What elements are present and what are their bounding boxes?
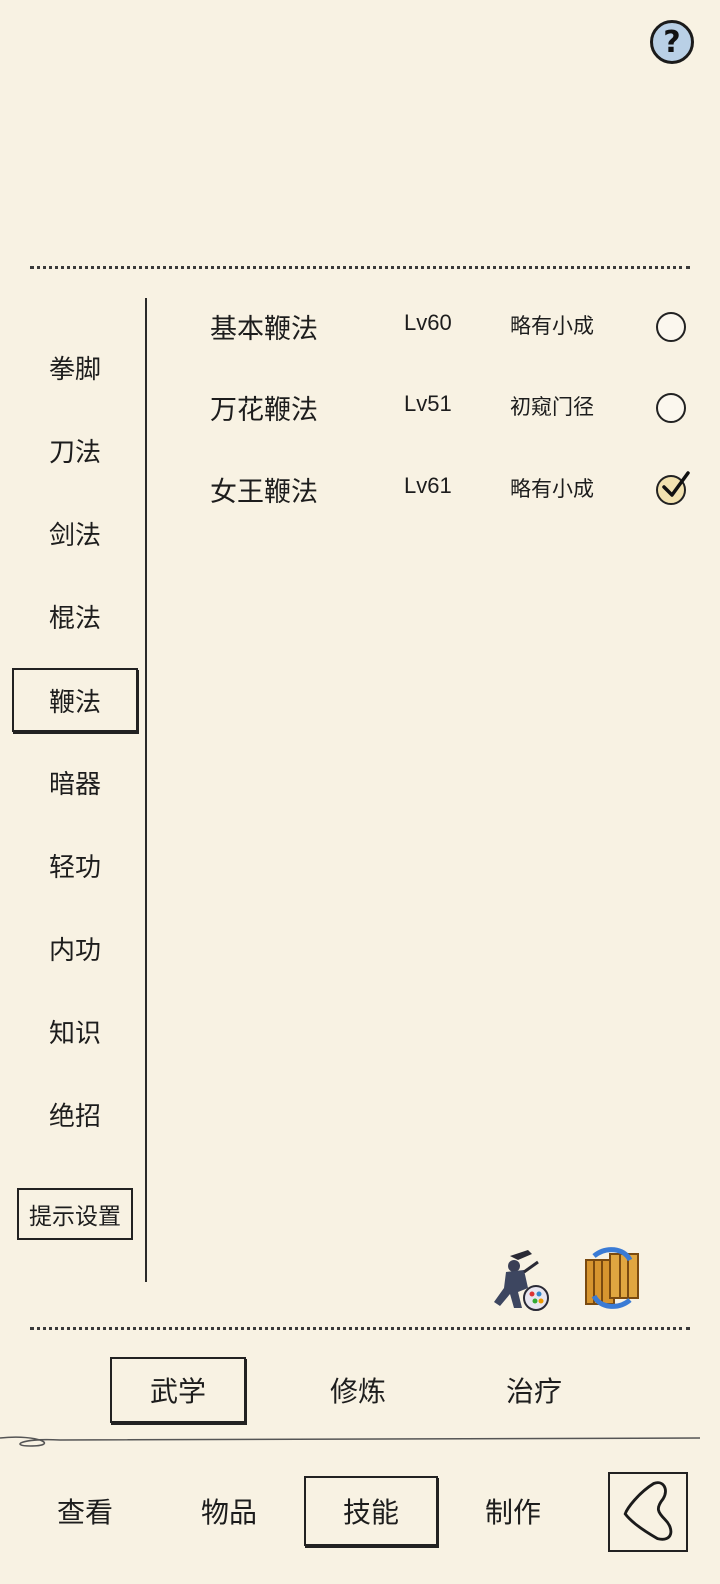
hint-settings-label: 提示设置 [29, 1204, 121, 1230]
nav-label: 技能 [342, 1496, 399, 1529]
nav-zhizuo[interactable]: 制作 [446, 1476, 580, 1546]
question-mark-icon: ? [663, 24, 681, 60]
category-label: 绝招 [48, 1101, 101, 1132]
column-divider [145, 298, 147, 1282]
category-label: 拳脚 [48, 354, 101, 385]
skill-name: 基本鞭法 [210, 314, 318, 345]
nav-label: 查看 [56, 1496, 113, 1529]
category-label: 棍法 [48, 603, 101, 634]
nav-jineng[interactable]: 技能 [304, 1476, 438, 1546]
skill-level: Lv61 [404, 473, 452, 498]
category-jianfa[interactable]: 剑法 [12, 502, 138, 564]
category-label: 内功 [48, 935, 101, 966]
nav-wupin[interactable]: 物品 [162, 1476, 296, 1546]
brush-divider [0, 1436, 701, 1447]
category-neigong[interactable]: 内功 [12, 917, 138, 979]
category-qinggong[interactable]: 轻功 [12, 834, 138, 896]
category-label: 鞭法 [48, 687, 101, 718]
tab-zhiliao[interactable]: 治疗 [466, 1357, 602, 1423]
category-label: 刀法 [48, 437, 101, 468]
tab-label: 治疗 [505, 1375, 562, 1408]
checkmark-icon [662, 471, 690, 497]
category-quanjiao[interactable]: 拳脚 [12, 336, 138, 398]
help-button[interactable]: ? [650, 20, 694, 64]
tab-wuxue[interactable]: 武学 [110, 1357, 246, 1423]
skill-level: Lv60 [404, 310, 452, 335]
category-anqi[interactable]: 暗器 [12, 751, 138, 813]
skill-stage: 初窥门径 [510, 395, 594, 419]
top-divider [30, 266, 690, 269]
nav-label: 制作 [484, 1496, 541, 1529]
back-button[interactable] [608, 1472, 688, 1552]
tab-label: 武学 [149, 1375, 206, 1408]
skill-name: 万花鞭法 [210, 395, 318, 426]
martial-artist-icon[interactable] [488, 1248, 552, 1312]
swap-scroll-icon[interactable] [580, 1246, 644, 1310]
category-label: 暗器 [48, 769, 101, 800]
nav-chakan[interactable]: 查看 [18, 1476, 152, 1546]
bottom-divider [30, 1327, 690, 1330]
skill-row[interactable]: 万花鞭法 Lv51 初窥门径 [150, 378, 710, 438]
category-label: 剑法 [48, 520, 101, 551]
skill-stage: 略有小成 [510, 477, 594, 501]
skill-stage: 略有小成 [510, 314, 594, 338]
category-bianfa[interactable]: 鞭法 [12, 668, 138, 732]
skill-name: 女王鞭法 [210, 477, 318, 508]
skill-row[interactable]: 基本鞭法 Lv60 略有小成 [150, 297, 710, 357]
category-label: 知识 [48, 1018, 101, 1049]
skill-select-radio-checked[interactable] [656, 471, 690, 505]
tab-xiulian[interactable]: 修炼 [290, 1357, 426, 1423]
skill-select-radio[interactable] [656, 312, 686, 342]
category-juezhao[interactable]: 绝招 [12, 1083, 138, 1145]
category-daofa[interactable]: 刀法 [12, 419, 138, 481]
skill-row[interactable]: 女王鞭法 Lv61 略有小成 [150, 460, 710, 520]
back-arrow-icon [623, 1481, 673, 1541]
category-gunfa[interactable]: 棍法 [12, 585, 138, 647]
tab-label: 修炼 [329, 1375, 386, 1408]
skill-level: Lv51 [404, 391, 452, 416]
category-zhishi[interactable]: 知识 [12, 1000, 138, 1062]
nav-label: 物品 [200, 1496, 257, 1529]
hint-settings-button[interactable]: 提示设置 [17, 1188, 133, 1240]
skill-select-radio[interactable] [656, 393, 686, 423]
category-label: 轻功 [48, 852, 101, 883]
